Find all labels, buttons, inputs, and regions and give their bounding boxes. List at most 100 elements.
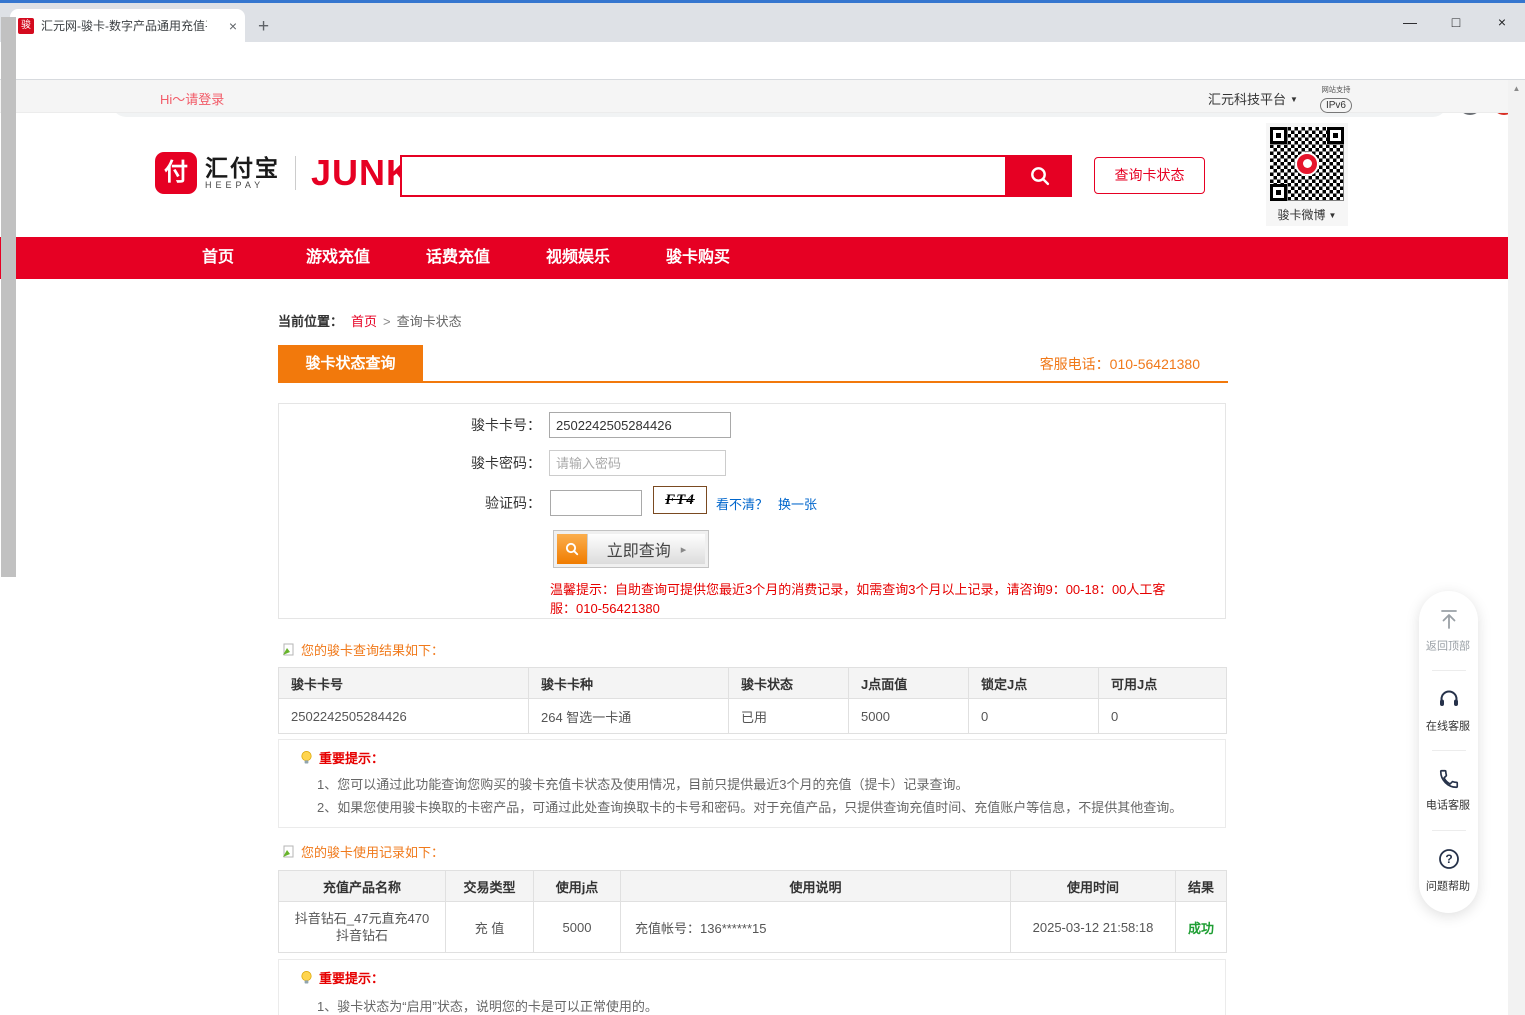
header-cell: 锁定J点: [969, 668, 1099, 699]
header-search: [400, 155, 1072, 197]
captcha-image: FT4: [653, 486, 707, 514]
submit-arrow-icon: ▸: [681, 543, 687, 556]
password-label: 骏卡密码：: [411, 453, 541, 473]
doc-arrow-icon: [282, 643, 295, 656]
important-tips-box: 重要提示： 1、您可以通过此功能查询您购买的骏卡充值卡状态及使用情况，目前只提供…: [278, 739, 1226, 828]
tab-title: 汇元网-骏卡-数字产品通用充值平台: [41, 17, 207, 34]
nav-item-card-buy[interactable]: 骏卡购买: [638, 237, 758, 279]
float-item-label: 问题帮助: [1426, 878, 1470, 894]
result-section-label: 您的骏卡查询结果如下：: [301, 640, 444, 659]
header-cell: J点面值: [849, 668, 969, 699]
card-no-input[interactable]: [549, 412, 731, 438]
online-service-button[interactable]: 在线客服: [1419, 671, 1478, 750]
ipv6-support-badge: 网站支持 IPv6: [1318, 84, 1354, 113]
screenshot-root: 骏 汇元网-骏卡-数字产品通用充值平台 × + — □ × ← → ↻ ⓘ ht…: [0, 0, 1525, 1015]
site-favicon: 骏: [18, 18, 34, 34]
question-icon: ?: [1437, 847, 1461, 871]
phone-icon: [1438, 768, 1460, 790]
ipv6-support-label: 网站支持: [1320, 85, 1352, 95]
search-button[interactable]: [1007, 155, 1072, 197]
data-cell: 2025-03-12 21:58:18: [1011, 902, 1176, 953]
login-link[interactable]: Hi～请登录: [160, 89, 224, 108]
maximize-icon[interactable]: □: [1433, 8, 1479, 36]
page-scrollbar[interactable]: ▲: [1508, 80, 1525, 1015]
new-tab-icon[interactable]: +: [258, 16, 269, 38]
table-header-row: 充值产品名称 交易类型 使用j点 使用说明 使用时间 结果: [279, 871, 1227, 902]
svg-text:?: ?: [1445, 852, 1452, 866]
header-cell: 骏卡状态: [729, 668, 849, 699]
tips-title: 重要提示：: [299, 968, 384, 987]
nav-item-game-recharge[interactable]: 游戏充值: [278, 237, 398, 279]
close-icon[interactable]: ×: [1479, 8, 1525, 36]
captcha-unclear-link[interactable]: 看不清？: [716, 494, 768, 513]
platform-label: 汇元科技平台: [1208, 92, 1286, 107]
tips-title-text: 重要提示：: [319, 968, 384, 987]
search-icon: [1028, 164, 1052, 188]
header-cell: 骏卡卡种: [529, 668, 729, 699]
captcha-refresh-link[interactable]: 换一张: [778, 494, 817, 513]
service-phone: 客服电话：010-56421380: [1040, 354, 1200, 374]
logo-name: 汇付宝: [205, 156, 280, 180]
submit-button-label: 立即查询▸: [587, 534, 705, 564]
weibo-qr-block: 骏卡微博▼: [1266, 123, 1348, 226]
password-input[interactable]: [549, 450, 726, 476]
breadcrumb-home-link[interactable]: 首页: [351, 314, 377, 329]
lightbulb-icon: [299, 750, 314, 765]
window-controls: — □ ×: [1387, 8, 1525, 36]
search-icon: [557, 534, 587, 564]
data-cell: 充 值: [446, 902, 534, 953]
important-tips-box: 重要提示： 1、骏卡状态为“启用”状态，说明您的卡是可以正常使用的。: [278, 959, 1226, 1015]
platform-dropdown[interactable]: 汇元科技平台▼: [1208, 89, 1298, 108]
data-cell: 抖音钻石_47元直充470抖音钻石: [279, 902, 446, 953]
qr-code: [1270, 127, 1344, 201]
tips-title: 重要提示：: [299, 748, 384, 767]
breadcrumb-current: 查询卡状态: [397, 314, 462, 329]
scrollbar-thumb[interactable]: [1, 17, 16, 577]
tip-line: 1、骏卡状态为“启用”状态，说明您的卡是可以正常使用的。: [317, 996, 658, 1015]
warm-notice-text: 温馨提示：自助查询可提供您最近3个月的消费记录，如需查询3个月以上记录，请咨询9…: [550, 580, 1190, 618]
header-cell: 使用时间: [1011, 871, 1176, 902]
usage-section-title: 您的骏卡使用记录如下：: [282, 842, 444, 861]
nav-item-home[interactable]: 首页: [158, 237, 278, 279]
captcha-input[interactable]: [550, 490, 642, 516]
arrow-up-icon: [1437, 607, 1461, 631]
float-item-label: 电话客服: [1426, 797, 1470, 813]
nav-item-phone-recharge[interactable]: 话费充值: [398, 237, 518, 279]
result-status-cell: 成功: [1176, 902, 1227, 953]
header-cell: 使用说明: [621, 871, 1011, 902]
weibo-qr-label[interactable]: 骏卡微博▼: [1270, 206, 1344, 223]
breadcrumb-prefix: 当前位置：: [278, 314, 343, 329]
browser-toolbar: ← → ↻ ⓘ https://junka.heepay.com/Bill/Tr…: [0, 42, 1525, 80]
browser-tab[interactable]: 骏 汇元网-骏卡-数字产品通用充值平台 ×: [10, 9, 245, 42]
query-form-panel: 骏卡卡号： 骏卡密码： 验证码： FT4 看不清？ 换一张 立即查询▸ 温馨提示…: [278, 403, 1226, 619]
weibo-icon: [1295, 152, 1319, 176]
captcha-label: 验证码：: [411, 493, 541, 513]
help-button[interactable]: ? 问题帮助: [1419, 831, 1478, 910]
tab-close-icon[interactable]: ×: [229, 19, 237, 33]
card-status-button[interactable]: 查询卡状态: [1094, 157, 1205, 194]
data-cell: 2502242505284426: [279, 699, 529, 734]
main-nav: 首页 游戏充值 话费充值 视频娱乐 骏卡购买: [0, 237, 1508, 279]
header-cell: 结果: [1176, 871, 1227, 902]
site-logo[interactable]: 付 汇付宝 HEEPAY JUNKA: [155, 152, 440, 194]
data-cell: 充值帐号：136******15: [621, 902, 1011, 953]
back-to-top-button[interactable]: 返回顶部: [1419, 591, 1478, 670]
result-section-title: 您的骏卡查询结果如下：: [282, 640, 444, 659]
header-cell: 骏卡卡号: [279, 668, 529, 699]
ipv6-badge: IPv6: [1320, 98, 1352, 113]
table-row: 抖音钻石_47元直充470抖音钻石 充 值 5000 充值帐号：136*****…: [279, 902, 1227, 953]
search-input[interactable]: [400, 155, 1007, 197]
usage-record-table: 充值产品名称 交易类型 使用j点 使用说明 使用时间 结果 抖音钻石_47元直充…: [278, 870, 1227, 953]
heepay-logo-icon: 付: [155, 152, 197, 194]
minimize-icon[interactable]: —: [1387, 8, 1433, 36]
nav-item-video[interactable]: 视频娱乐: [518, 237, 638, 279]
tab-card-status-query[interactable]: 骏卡状态查询: [278, 345, 423, 383]
data-cell: 264 智选一卡通: [529, 699, 729, 734]
usage-section-label: 您的骏卡使用记录如下：: [301, 842, 444, 861]
weibo-label-text: 骏卡微博: [1278, 208, 1326, 222]
data-cell: 0: [969, 699, 1099, 734]
data-cell: 5000: [534, 902, 621, 953]
submit-query-button[interactable]: 立即查询▸: [553, 530, 709, 568]
scroll-up-icon[interactable]: ▲: [1508, 80, 1525, 93]
phone-service-button[interactable]: 电话客服: [1419, 751, 1478, 830]
